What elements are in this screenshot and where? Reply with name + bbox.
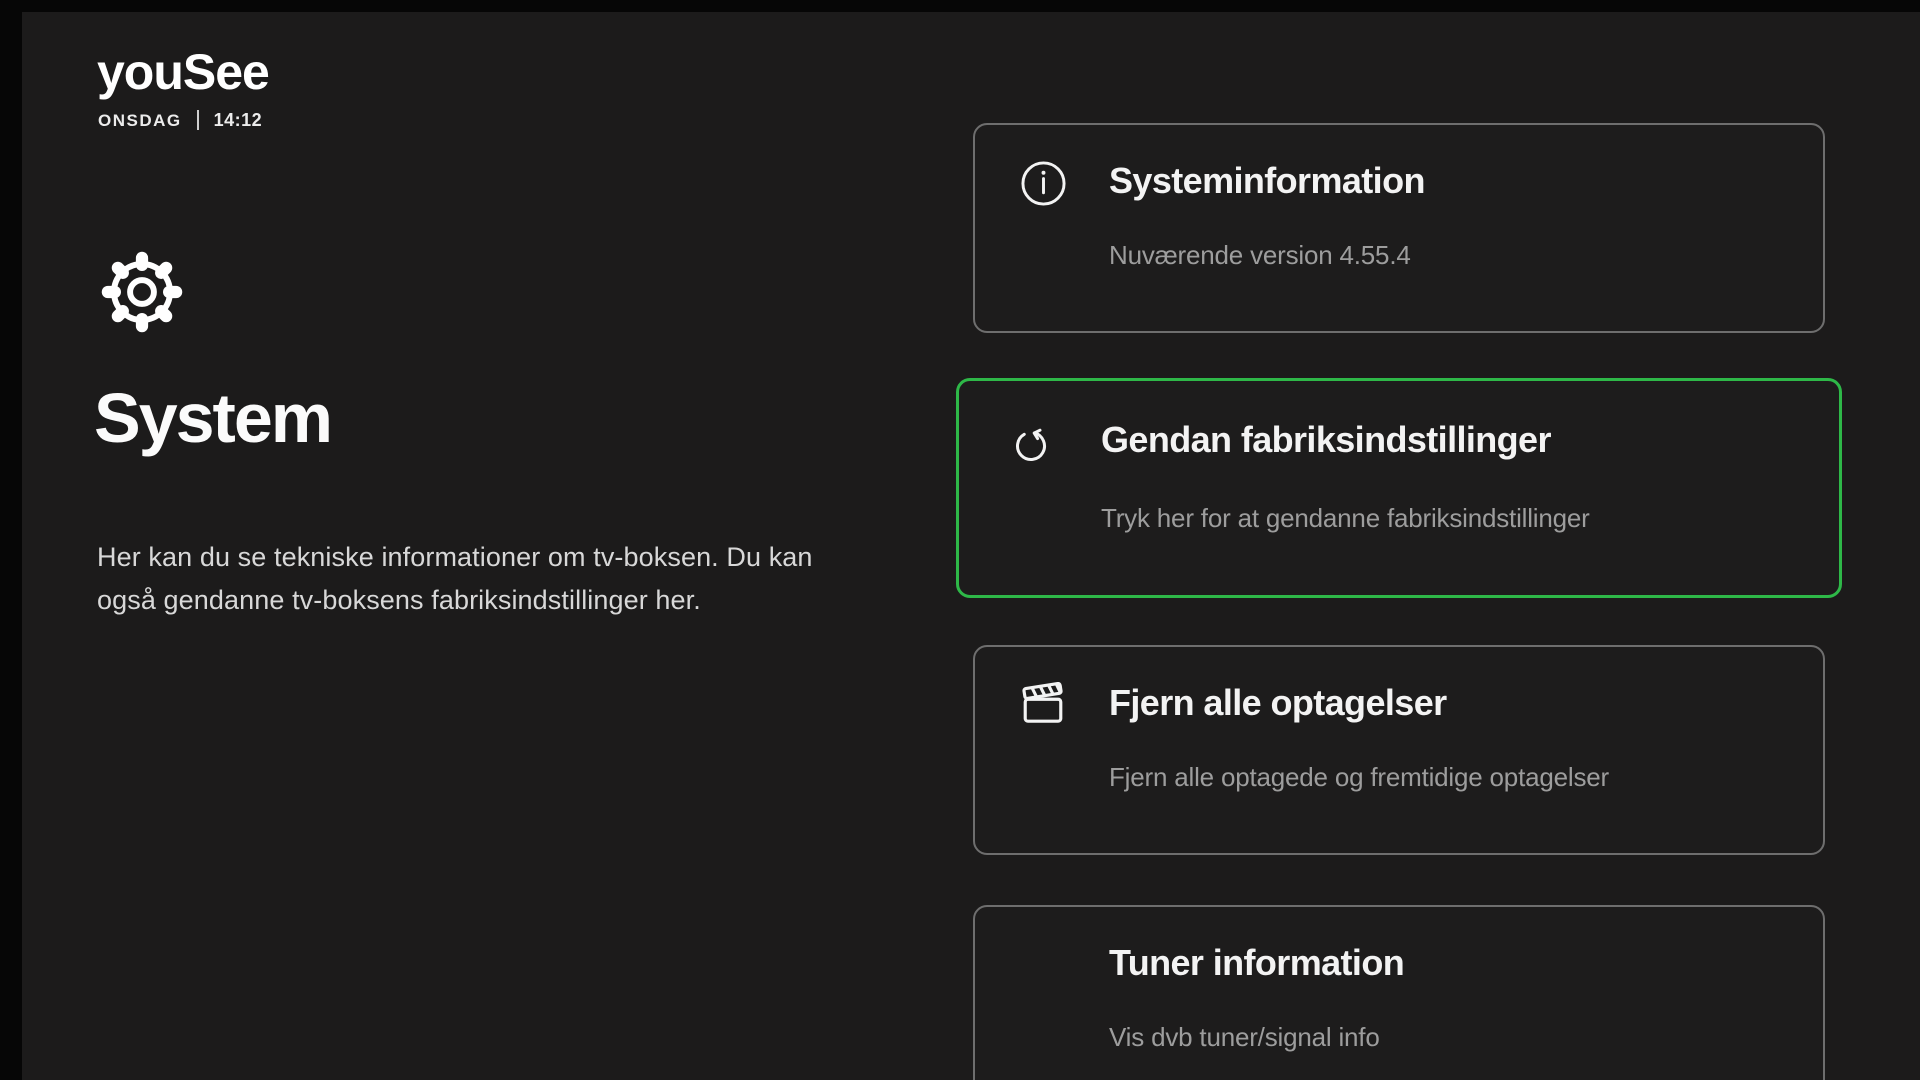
card-subtitle: Vis dvb tuner/signal info: [1109, 1022, 1380, 1053]
screen-edge-top: [0, 0, 1920, 12]
time-label: 14:12: [214, 111, 263, 129]
page-title: System: [94, 383, 331, 453]
card-title: Tuner information: [1109, 945, 1404, 981]
brand-logo: youSee: [97, 47, 269, 97]
card-title: Fjern alle optagelser: [1109, 685, 1447, 721]
day-time-separator: [197, 110, 199, 130]
page-description: Her kan du se tekniske informationer om …: [97, 536, 813, 622]
card-fjern-alle-optagelser[interactable]: Fjern alle optagelser Fjern alle optaged…: [973, 645, 1825, 855]
clapperboard-icon: [1020, 682, 1066, 728]
settings-gear-icon: [100, 250, 184, 334]
weekday-label: ONSDAG: [98, 112, 182, 129]
page-description-line-2: også gendanne tv-boksens fabriksindstill…: [97, 579, 813, 622]
page-description-line-1: Her kan du se tekniske informationer om …: [97, 536, 813, 579]
screen-edge-left: [0, 0, 22, 1080]
card-subtitle: Tryk her for at gendanne fabriksindstill…: [1101, 503, 1590, 534]
card-subtitle: Nuværende version 4.55.4: [1109, 240, 1411, 271]
card-tuner-information[interactable]: Tuner information Vis dvb tuner/signal i…: [973, 905, 1825, 1080]
card-subtitle: Fjern alle optagede og fremtidige optage…: [1109, 762, 1609, 793]
info-icon: [1020, 160, 1067, 207]
card-systeminformation[interactable]: Systeminformation Nuværende version 4.55…: [973, 123, 1825, 333]
card-title: Systeminformation: [1109, 163, 1425, 199]
card-title: Gendan fabriksindstillinger: [1101, 422, 1551, 458]
restore-icon: [1011, 425, 1051, 465]
day-time-row: ONSDAG 14:12: [98, 110, 262, 130]
card-gendan-fabriksindstillinger[interactable]: Gendan fabriksindstillinger Tryk her for…: [956, 378, 1842, 598]
